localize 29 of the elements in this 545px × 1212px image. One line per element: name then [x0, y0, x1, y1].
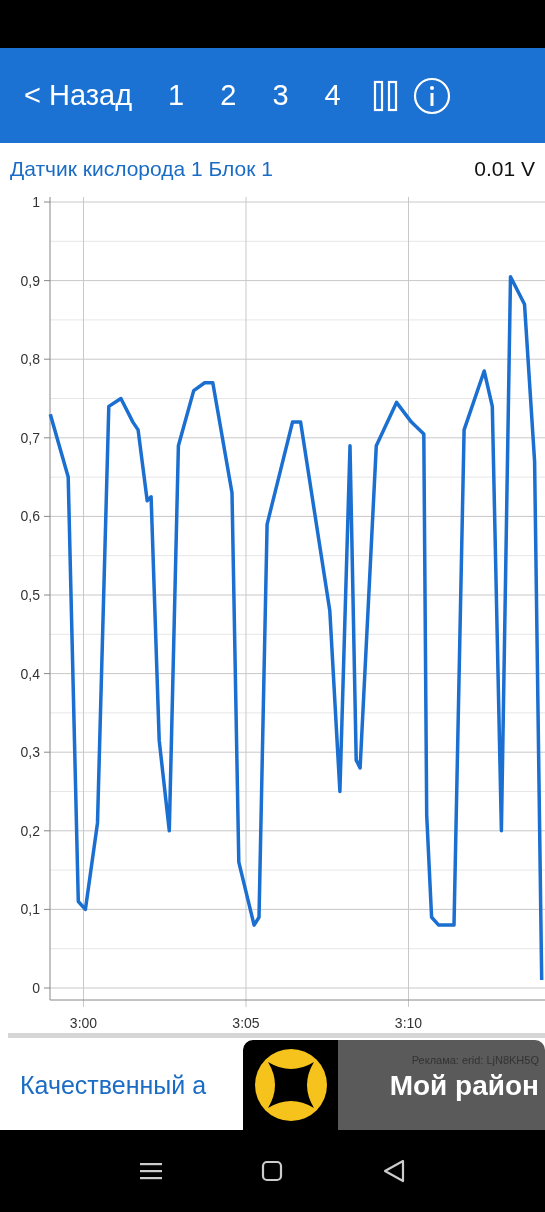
- y-tick-label: 0,2: [20, 822, 40, 839]
- footer-link[interactable]: Качественный а: [20, 1070, 207, 1100]
- y-tick-label: 0,9: [20, 272, 40, 289]
- y-tick-label: 0,6: [20, 508, 40, 525]
- info-icon[interactable]: [412, 76, 451, 115]
- y-tick-label: 0,7: [20, 429, 40, 446]
- page-tab[interactable]: 2: [202, 79, 255, 112]
- y-tick-label: 0,8: [20, 351, 40, 368]
- logo-icon: [253, 1048, 328, 1122]
- back-icon[interactable]: [383, 1159, 406, 1183]
- x-tick-label: 3:00: [69, 1015, 98, 1031]
- y-tick-label: 0,3: [20, 744, 40, 761]
- home-icon[interactable]: [261, 1160, 284, 1182]
- y-tick-label: 0,5: [20, 587, 40, 603]
- x-tick-label: 3:10: [394, 1015, 423, 1031]
- page-tab[interactable]: 1: [150, 79, 203, 112]
- y-tick-label: 1: [32, 195, 40, 210]
- y-tick-label: 0,4: [20, 665, 40, 682]
- back-button[interactable]: < Назад: [24, 79, 133, 112]
- page-tab[interactable]: 3: [254, 79, 307, 112]
- y-tick-label: 0: [32, 980, 40, 996]
- y-tick-label: 0,1: [20, 901, 40, 918]
- pause-icon[interactable]: [372, 79, 399, 112]
- sensor-title: Датчик кислорода 1 Блок 1: [10, 157, 273, 181]
- page-tab[interactable]: 4: [306, 79, 359, 112]
- ad-title: Мой район: [389, 1070, 539, 1102]
- menu-icon[interactable]: [139, 1161, 162, 1181]
- sensor-reading: 0.01 V: [474, 157, 535, 181]
- x-tick-label: 3:05: [232, 1015, 260, 1031]
